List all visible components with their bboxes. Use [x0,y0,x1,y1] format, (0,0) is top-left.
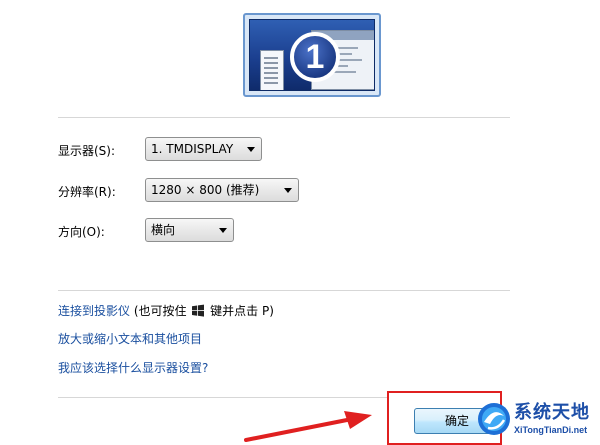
orientation-select[interactable]: 横向 [145,218,234,242]
display-label: 显示器(S): [58,144,116,158]
orientation-select-value: 横向 [151,223,176,237]
connect-projector-link[interactable]: 连接到投影仪 [58,304,130,318]
orientation-label: 方向(O): [58,225,105,239]
resolution-select-value: 1280 × 800 (推荐) [151,183,260,197]
display-select[interactable]: 1. TMDISPLAY [145,137,262,161]
monitor-screen: 1 [249,19,375,91]
monitor-number-badge: 1 [290,32,340,82]
windows-logo-icon [192,304,205,317]
watermark-title: 系统天地 [514,402,590,423]
divider [58,117,510,118]
chevron-down-icon [219,228,227,233]
text-size-link[interactable]: 放大或缩小文本和其他项目 [58,331,202,347]
which-settings-link[interactable]: 我应该选择什么显示器设置? [58,360,208,376]
display-select-value: 1. TMDISPLAY [151,142,234,156]
annotation-arrow [244,411,372,442]
divider [58,290,510,291]
projector-link-row: 连接到投影仪 (也可按住 键并点击 P) [58,303,274,319]
window-thumbnail [260,50,284,90]
projector-hint-text: 键并点击 P) [206,304,274,318]
chevron-down-icon [247,147,255,152]
chevron-down-icon [284,188,292,193]
watermark-logo [478,403,510,435]
divider [58,397,388,398]
monitor-preview[interactable]: 1 [243,13,381,97]
resolution-label: 分辨率(R): [58,185,116,199]
resolution-select[interactable]: 1280 × 800 (推荐) [145,178,299,202]
projector-hint-text: (也可按住 [130,304,191,318]
watermark-url: XiTongTianDi.net [514,425,588,435]
